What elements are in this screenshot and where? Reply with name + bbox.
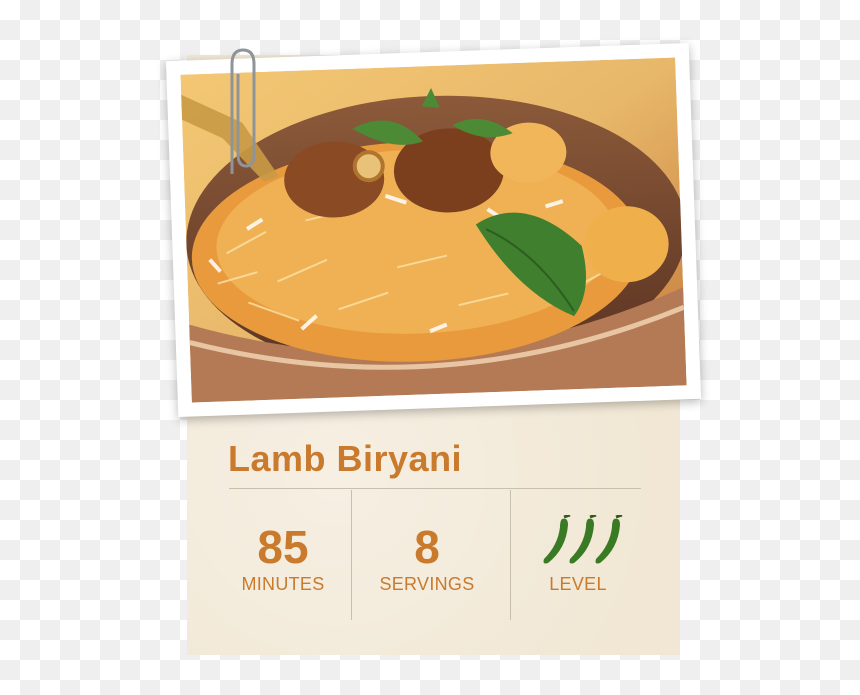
title-divider: [229, 488, 641, 489]
chili-pepper-icon: [543, 515, 571, 564]
recipe-title: Lamb Biryani: [228, 438, 463, 479]
spice-level-indicator: [543, 515, 623, 564]
servings-value: 8: [414, 521, 440, 573]
stat-servings: 8 SERVINGS: [347, 490, 507, 620]
minutes-value: 85: [257, 521, 309, 573]
chili-pepper-icon: [569, 515, 597, 564]
servings-label: SERVINGS: [379, 574, 475, 594]
stat-minutes: 85 MINUTES: [203, 490, 363, 620]
minutes-label: MINUTES: [241, 574, 325, 594]
level-label: LEVEL: [549, 574, 607, 594]
paperclip-icon: [230, 48, 256, 174]
chili-pepper-icon: [595, 515, 623, 564]
